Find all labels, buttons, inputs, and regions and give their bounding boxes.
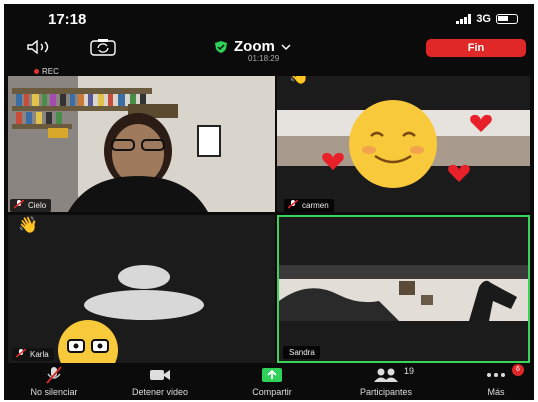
network-label: 3G [476, 13, 491, 25]
raised-hand-icon: 👋 [289, 76, 309, 85]
camera-flip-icon[interactable] [90, 38, 116, 61]
share-icon [222, 366, 322, 384]
video-tile-karla[interactable]: 👋 Karla [8, 215, 275, 363]
participants-icon [336, 366, 436, 384]
battery-icon [496, 14, 518, 24]
shield-icon [215, 40, 227, 53]
mute-button[interactable]: No silenciar [4, 366, 104, 397]
status-indicators: 3G [456, 13, 518, 25]
participant-video [277, 100, 530, 188]
participants-button[interactable]: 19 Participantes [336, 366, 436, 397]
meeting-toolbar: No silenciar Detener video Compartir 19 … [4, 364, 534, 400]
participant-name: Karla [30, 350, 49, 359]
raised-hand-icon: 👋 [18, 217, 38, 234]
participant-name: Cielo [28, 201, 47, 210]
recording-label: REC [42, 67, 59, 76]
muted-mic-icon [14, 200, 24, 209]
participant-label: Karla [12, 348, 54, 361]
more-label: Más [487, 387, 505, 397]
participant-video [8, 76, 275, 212]
participants-label: Participantes [359, 387, 413, 397]
status-time: 17:18 [48, 11, 87, 28]
zoom-mobile-screen: 17:18 3G Zoom 01:18:29 Fin REC Cielo 👋 c… [4, 4, 534, 400]
participant-video [279, 265, 528, 321]
participant-label: carmen [284, 199, 334, 212]
mute-label: No silenciar [30, 387, 78, 397]
end-meeting-button[interactable]: Fin [426, 39, 526, 57]
chevron-down-icon [281, 43, 291, 50]
muted-mic-icon [16, 349, 26, 358]
video-tile-carmen[interactable]: 👋 carmen [277, 76, 530, 212]
share-label: Compartir [252, 387, 292, 397]
recording-dot-icon [34, 69, 39, 74]
signal-icon [456, 14, 472, 24]
participant-label: Sandra [283, 346, 320, 359]
speaker-icon[interactable] [26, 39, 58, 59]
participant-name: carmen [302, 201, 329, 210]
recording-indicator: REC [34, 67, 59, 76]
video-label: Detener video [131, 387, 189, 397]
participant-label: Cielo [10, 199, 52, 212]
meeting-title[interactable]: Zoom [214, 38, 291, 55]
more-button[interactable]: 6 Más [446, 364, 534, 397]
stop-video-button[interactable]: Detener video [110, 366, 210, 397]
meeting-timer: 01:18:29 [248, 54, 280, 63]
muted-mic-icon [288, 200, 298, 209]
avatar [58, 265, 204, 363]
share-button[interactable]: Compartir [222, 366, 322, 397]
participants-count: 19 [404, 366, 415, 376]
meeting-title-label: Zoom [234, 38, 275, 55]
video-tile-cielo[interactable]: Cielo [8, 76, 275, 212]
participant-name: Sandra [289, 348, 315, 357]
more-badge: 6 [512, 364, 524, 376]
muted-mic-icon [4, 366, 104, 384]
video-icon [110, 366, 210, 384]
video-tile-sandra[interactable]: Sandra [277, 215, 530, 363]
